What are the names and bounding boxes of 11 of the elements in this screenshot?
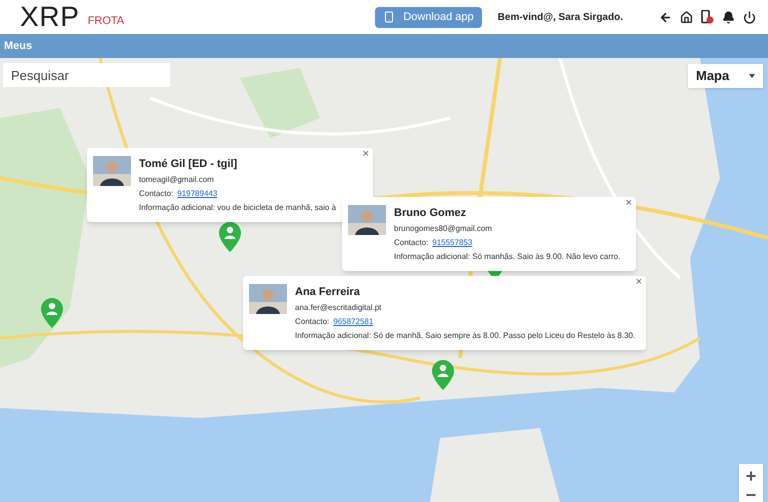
logo: XRP: [20, 3, 80, 31]
logo-subtitle: FROTA: [88, 14, 124, 28]
download-app-button[interactable]: Download app: [375, 6, 482, 28]
back-icon[interactable]: [659, 10, 672, 24]
power-icon[interactable]: [743, 10, 756, 24]
phone-power-icon[interactable]: [701, 10, 714, 24]
welcome-text: Bem-vind@, Sara Sirgado.: [498, 10, 623, 24]
notifications-icon[interactable]: [722, 10, 735, 24]
phone-icon: [383, 11, 396, 23]
nav-title: Meus: [4, 38, 32, 54]
home-icon[interactable]: [680, 10, 693, 24]
